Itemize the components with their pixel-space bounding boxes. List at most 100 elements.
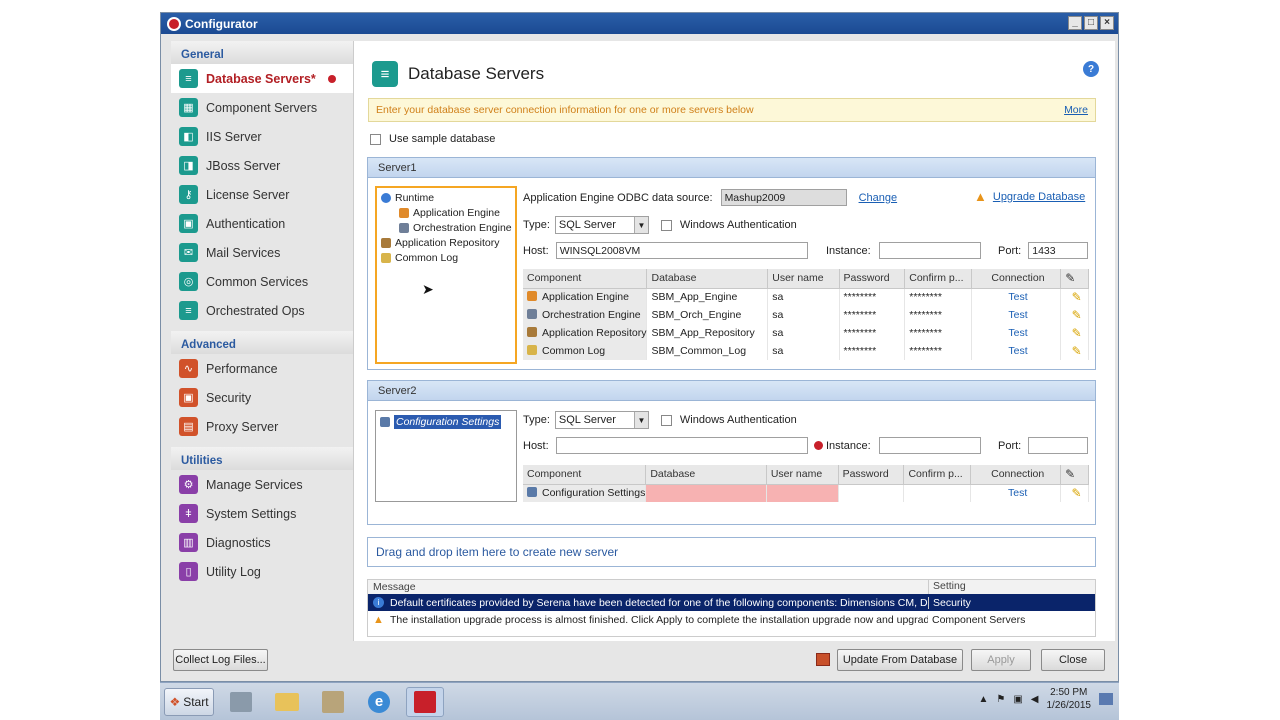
close-button[interactable]: Close [1041, 649, 1105, 671]
server2-instance-input[interactable] [878, 437, 981, 454]
tree-item-runtime[interactable]: Runtime [381, 190, 511, 205]
server2-port-input[interactable] [1028, 437, 1089, 454]
server-manager-icon[interactable] [222, 687, 260, 717]
table-row[interactable]: Application Engine SBM_App_Engine sa ***… [523, 288, 1089, 306]
col-connection[interactable]: Connection [971, 269, 1062, 289]
close-window-button[interactable]: × [1100, 16, 1114, 30]
server1-port-input[interactable]: 1433 [1028, 242, 1089, 259]
col-confirm-password[interactable]: Confirm p... [903, 465, 972, 485]
volume-icon[interactable]: ◀ [1031, 694, 1039, 705]
col-database[interactable]: Database [645, 465, 767, 485]
server2-windows-auth-checkbox[interactable] [660, 414, 672, 426]
sidebar-item-security[interactable]: ▣ Security [171, 383, 353, 412]
key-icon: ⚷ [179, 185, 198, 204]
network-icon[interactable]: ▣ [1013, 694, 1022, 705]
sidebar-item-utility-log[interactable]: ▯ Utility Log [171, 557, 353, 586]
tree-item-orchestration-engine[interactable]: Orchestration Engine [381, 220, 512, 235]
test-connection-link[interactable]: Test [971, 342, 1062, 360]
server1-type-select[interactable]: SQL Server ▼ [554, 216, 649, 234]
sidebar-item-license-server[interactable]: ⚷ License Server [171, 180, 353, 209]
sidebar-item-component-servers[interactable]: ▦ Component Servers [171, 93, 353, 122]
server1-header[interactable]: Server1 [368, 158, 1095, 178]
server2-host-input[interactable] [555, 437, 808, 454]
col-setting[interactable]: Setting [928, 580, 966, 594]
sidebar-item-mail-services[interactable]: ✉ Mail Services [171, 238, 353, 267]
message-row[interactable]: i Default certificates provided by Seren… [368, 594, 1095, 611]
drop-zone[interactable]: Drag and drop item here to create new se… [367, 537, 1096, 567]
server2-instance-row: Instance: [826, 437, 981, 454]
col-component[interactable]: Component [523, 465, 647, 485]
tree-item-application-repository[interactable]: Application Repository [381, 235, 511, 250]
table-row[interactable]: Common Log SBM_Common_Log sa ******** **… [523, 342, 1089, 360]
col-user-name[interactable]: User name [766, 465, 839, 485]
col-component[interactable]: Component [523, 269, 648, 289]
test-connection-link[interactable]: Test [970, 484, 1062, 502]
test-connection-link[interactable]: Test [971, 306, 1062, 324]
sidebar-item-database-servers[interactable]: ≡ Database Servers* [171, 64, 353, 93]
help-icon[interactable]: ? [1083, 61, 1099, 77]
server2-type-select[interactable]: SQL Server ▼ [554, 411, 649, 429]
folder-icon[interactable] [268, 687, 306, 717]
change-link[interactable]: Change [859, 192, 898, 204]
show-hidden-icons-icon[interactable]: ▲ [978, 694, 988, 705]
upgrade-database-link[interactable]: Upgrade Database [993, 191, 1085, 203]
sidebar-item-system-settings[interactable]: ǂ System Settings [171, 499, 353, 528]
minimize-button[interactable]: _ [1068, 16, 1082, 30]
tools-icon[interactable] [314, 687, 352, 717]
apply-button[interactable]: Apply [971, 649, 1031, 671]
wand-icon[interactable]: ✎ [1060, 288, 1089, 306]
wand-icon[interactable]: ✎ [1060, 465, 1089, 485]
more-link[interactable]: More [1064, 104, 1088, 116]
server2-header[interactable]: Server2 [368, 381, 1095, 401]
odbc-source-field[interactable]: Mashup2009 [720, 189, 847, 206]
table-row[interactable]: Application Repository SBM_App_Repositor… [523, 324, 1089, 342]
start-button[interactable]: ❖ Start [164, 687, 214, 716]
sidebar-item-proxy-server[interactable]: ▤ Proxy Server [171, 412, 353, 441]
col-user-name[interactable]: User name [767, 269, 840, 289]
tree-item-common-log[interactable]: Common Log [381, 250, 511, 265]
sidebar-item-label: Common Services [206, 274, 309, 289]
maximize-button[interactable]: □ [1084, 16, 1098, 30]
col-message[interactable]: Message [368, 580, 928, 594]
use-sample-database-checkbox[interactable] [370, 133, 381, 145]
flag-icon[interactable]: ⚑ [996, 694, 1005, 705]
collect-log-files-button[interactable]: Collect Log Files... [173, 649, 268, 671]
wand-icon[interactable]: ✎ [1060, 342, 1089, 360]
wand-icon[interactable]: ✎ [1060, 324, 1089, 342]
configurator-taskbar-icon[interactable] [406, 686, 444, 717]
internet-explorer-icon[interactable]: e [360, 687, 398, 717]
sidebar-item-diagnostics[interactable]: ▥ Diagnostics [171, 528, 353, 557]
common-log-icon [527, 345, 537, 355]
test-connection-link[interactable]: Test [971, 324, 1062, 342]
col-password[interactable]: Password [838, 465, 905, 485]
wand-icon[interactable]: ✎ [1060, 484, 1089, 502]
wand-icon[interactable]: ✎ [1060, 269, 1089, 289]
tree-item-application-engine[interactable]: Application Engine [381, 205, 511, 220]
clock[interactable]: 2:50 PM 1/26/2015 [1047, 686, 1092, 712]
tree-item-configuration-settings[interactable]: Configuration Settings [380, 413, 512, 430]
wand-icon[interactable]: ✎ [1060, 306, 1089, 324]
sidebar-item-performance[interactable]: ∿ Performance [171, 354, 353, 383]
table-row[interactable]: Configuration Settings Test ✎ [523, 484, 1089, 502]
sidebar-item-authentication[interactable]: ▣ Authentication [171, 209, 353, 238]
show-desktop-icon[interactable] [1099, 693, 1113, 705]
use-sample-database[interactable]: Use sample database [370, 133, 495, 145]
table-row[interactable]: Orchestration Engine SBM_Orch_Engine sa … [523, 306, 1089, 324]
sidebar-item-manage-services[interactable]: ⚙ Manage Services [171, 470, 353, 499]
sidebar-item-common-services[interactable]: ◎ Common Services [171, 267, 353, 296]
common-services-icon: ◎ [179, 272, 198, 291]
sidebar-item-orchestrated-ops[interactable]: ≡ Orchestrated Ops [171, 296, 353, 325]
col-database[interactable]: Database [646, 269, 769, 289]
jboss-server-icon: ◨ [179, 156, 198, 175]
sidebar-item-iis-server[interactable]: ◧ IIS Server [171, 122, 353, 151]
server1-windows-auth-checkbox[interactable] [660, 219, 672, 231]
server1-instance-input[interactable] [878, 242, 981, 259]
message-row[interactable]: ▲ The installation upgrade process is al… [368, 611, 1095, 628]
sidebar-item-jboss-server[interactable]: ◨ JBoss Server [171, 151, 353, 180]
col-confirm-password[interactable]: Confirm p... [904, 269, 972, 289]
server1-host-input[interactable]: WINSQL2008VM [555, 242, 808, 259]
update-from-database-button[interactable]: Update From Database [837, 649, 963, 671]
col-connection[interactable]: Connection [970, 465, 1062, 485]
test-connection-link[interactable]: Test [971, 288, 1062, 306]
col-password[interactable]: Password [839, 269, 906, 289]
